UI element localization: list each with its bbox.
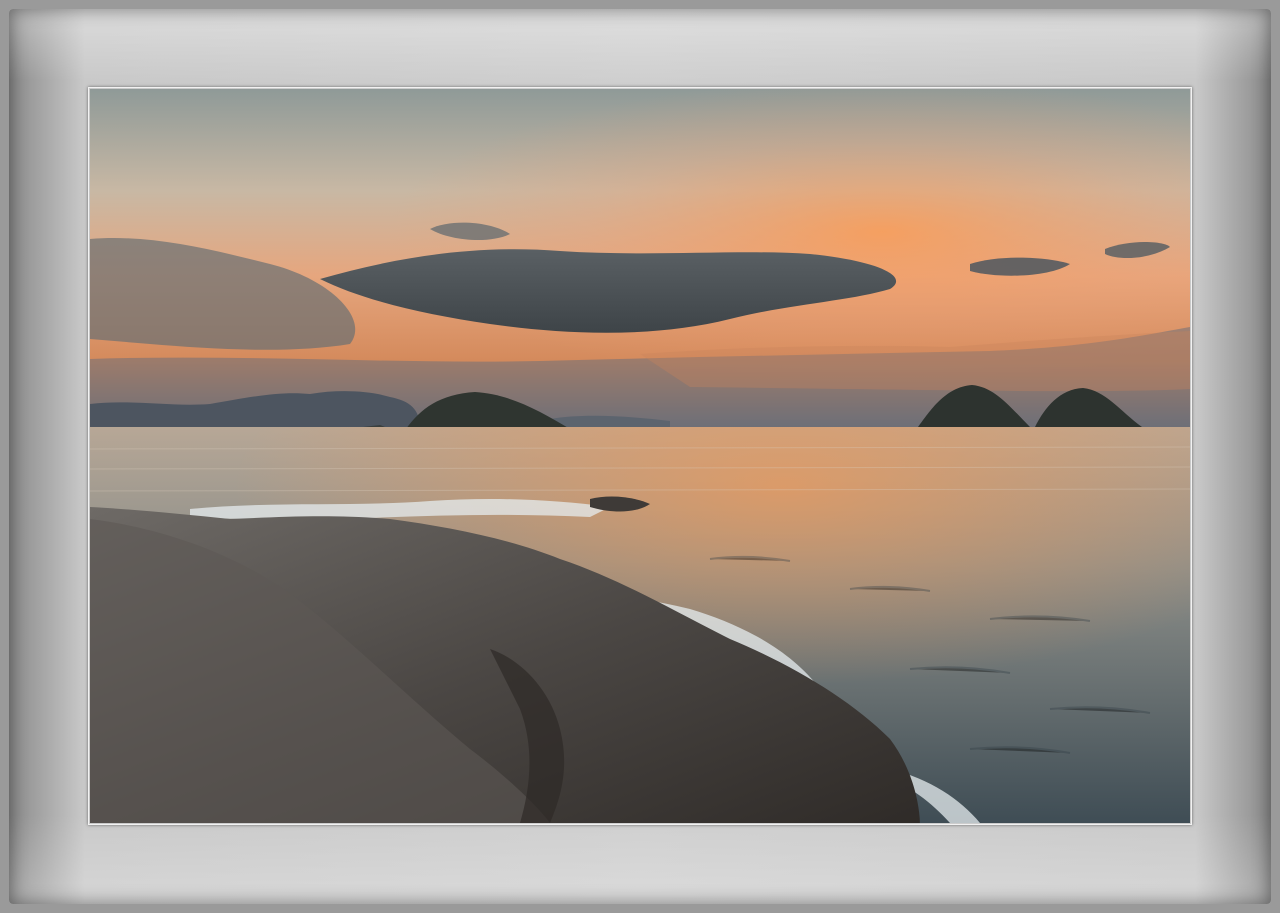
landscape-photo	[90, 89, 1190, 823]
